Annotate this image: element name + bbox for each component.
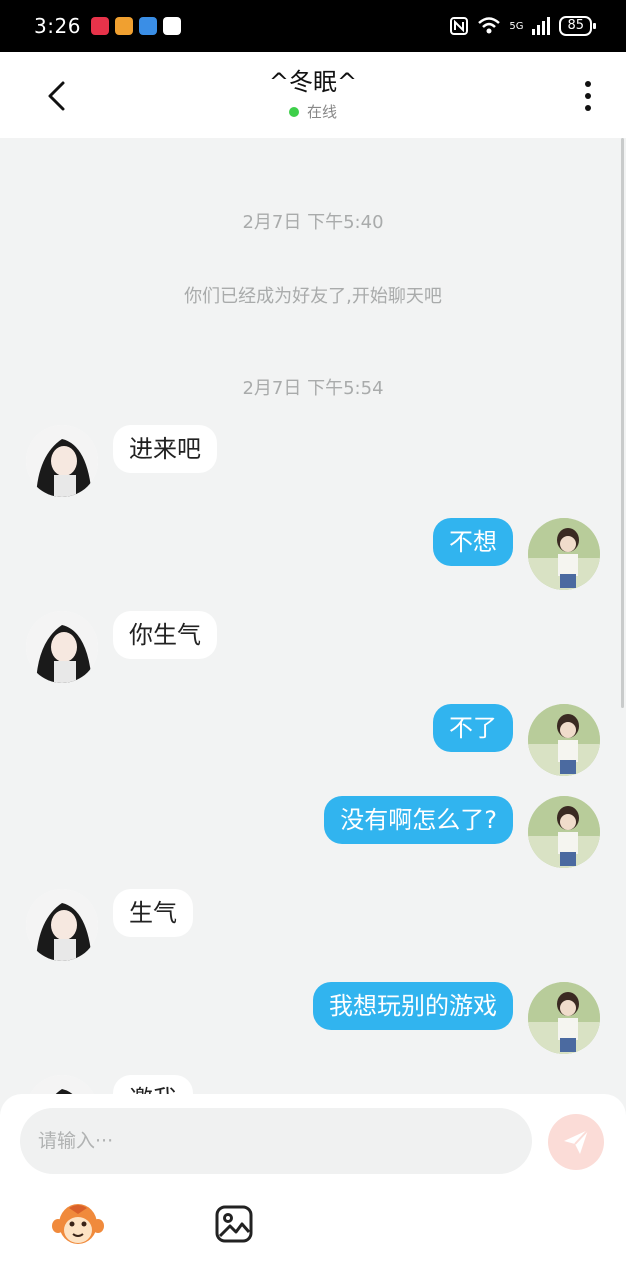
status-indicators: 5G 85 — [449, 16, 596, 36]
message-row-outgoing: 不了 — [0, 704, 626, 778]
composer-panel — [0, 1094, 626, 1280]
online-status-label: 在线 — [306, 103, 337, 121]
network-type: 5G — [509, 20, 524, 32]
wifi-icon — [478, 17, 501, 34]
monkey-sticker-icon — [52, 1204, 104, 1244]
cloud-app-icon — [138, 17, 157, 35]
user-avatar[interactable] — [528, 518, 600, 590]
message-bubble[interactable]: 我想玩别的游戏 — [313, 982, 513, 1030]
sticker-button[interactable] — [50, 1196, 106, 1252]
message-row-incoming: 进来吧 — [0, 425, 626, 499]
more-dot — [585, 81, 591, 87]
message-row-outgoing: 我想玩别的游戏 — [0, 982, 626, 1056]
contact-info: ^冬眠^ 在线 — [0, 62, 626, 122]
message-bubble[interactable]: 没有啊怎么了? — [324, 796, 513, 844]
status-app-icons — [90, 17, 181, 35]
message-row-outgoing: 没有啊怎么了? — [0, 796, 626, 870]
avatar-image — [26, 889, 98, 961]
message-row-outgoing: 不想 — [0, 518, 626, 592]
qq-app-icon — [162, 17, 181, 35]
send-button[interactable] — [548, 1114, 604, 1170]
more-options-button[interactable] — [576, 76, 600, 116]
avatar-image — [528, 982, 600, 1054]
avatar-image — [26, 425, 98, 497]
nfc-icon — [450, 17, 469, 35]
app-notification-icon — [114, 17, 133, 35]
image-button[interactable] — [206, 1196, 262, 1252]
timestamp: 2月7日 下午5:54 — [242, 378, 384, 399]
contact-name: ^冬眠^ — [268, 68, 358, 96]
status-bar: 3:26 5G 85 — [0, 0, 626, 52]
signal-icon — [532, 17, 551, 35]
message-bubble[interactable]: 不了 — [433, 704, 513, 752]
user-avatar[interactable] — [528, 796, 600, 868]
status-time: 3:26 — [34, 14, 81, 38]
more-dot — [585, 105, 591, 111]
app-notification-icon — [90, 17, 109, 35]
contact-avatar[interactable] — [26, 611, 98, 683]
contact-avatar[interactable] — [26, 425, 98, 497]
battery-indicator: 85 — [559, 16, 596, 36]
user-avatar[interactable] — [528, 982, 600, 1054]
message-bubble[interactable]: 不想 — [433, 518, 513, 566]
message-list[interactable]: 2月7日 下午5:40 你们已经成为好友了,开始聊天吧 2月7日 下午5:54 … — [0, 138, 626, 1098]
timestamp: 2月7日 下午5:40 — [242, 212, 384, 233]
more-dot — [585, 93, 591, 99]
message-row-incoming: 生气 — [0, 889, 626, 963]
message-input[interactable] — [20, 1108, 532, 1174]
message-bubble[interactable]: 进来吧 — [113, 425, 217, 473]
image-icon — [215, 1205, 253, 1243]
avatar-image — [528, 518, 600, 590]
system-message: 你们已经成为好友了,开始聊天吧 — [184, 286, 442, 307]
avatar-image — [528, 796, 600, 868]
message-row-incoming: 你生气 — [0, 611, 626, 685]
avatar-image — [528, 704, 600, 776]
message-bubble[interactable]: 生气 — [113, 889, 193, 937]
online-status: 在线 — [0, 101, 626, 122]
chat-header: ^冬眠^ 在线 — [0, 52, 626, 138]
contact-avatar[interactable] — [26, 889, 98, 961]
message-bubble[interactable]: 你生气 — [113, 611, 217, 659]
paper-plane-icon — [564, 1129, 589, 1154]
avatar-image — [26, 611, 98, 683]
online-dot-icon — [288, 106, 299, 117]
user-avatar[interactable] — [528, 704, 600, 776]
